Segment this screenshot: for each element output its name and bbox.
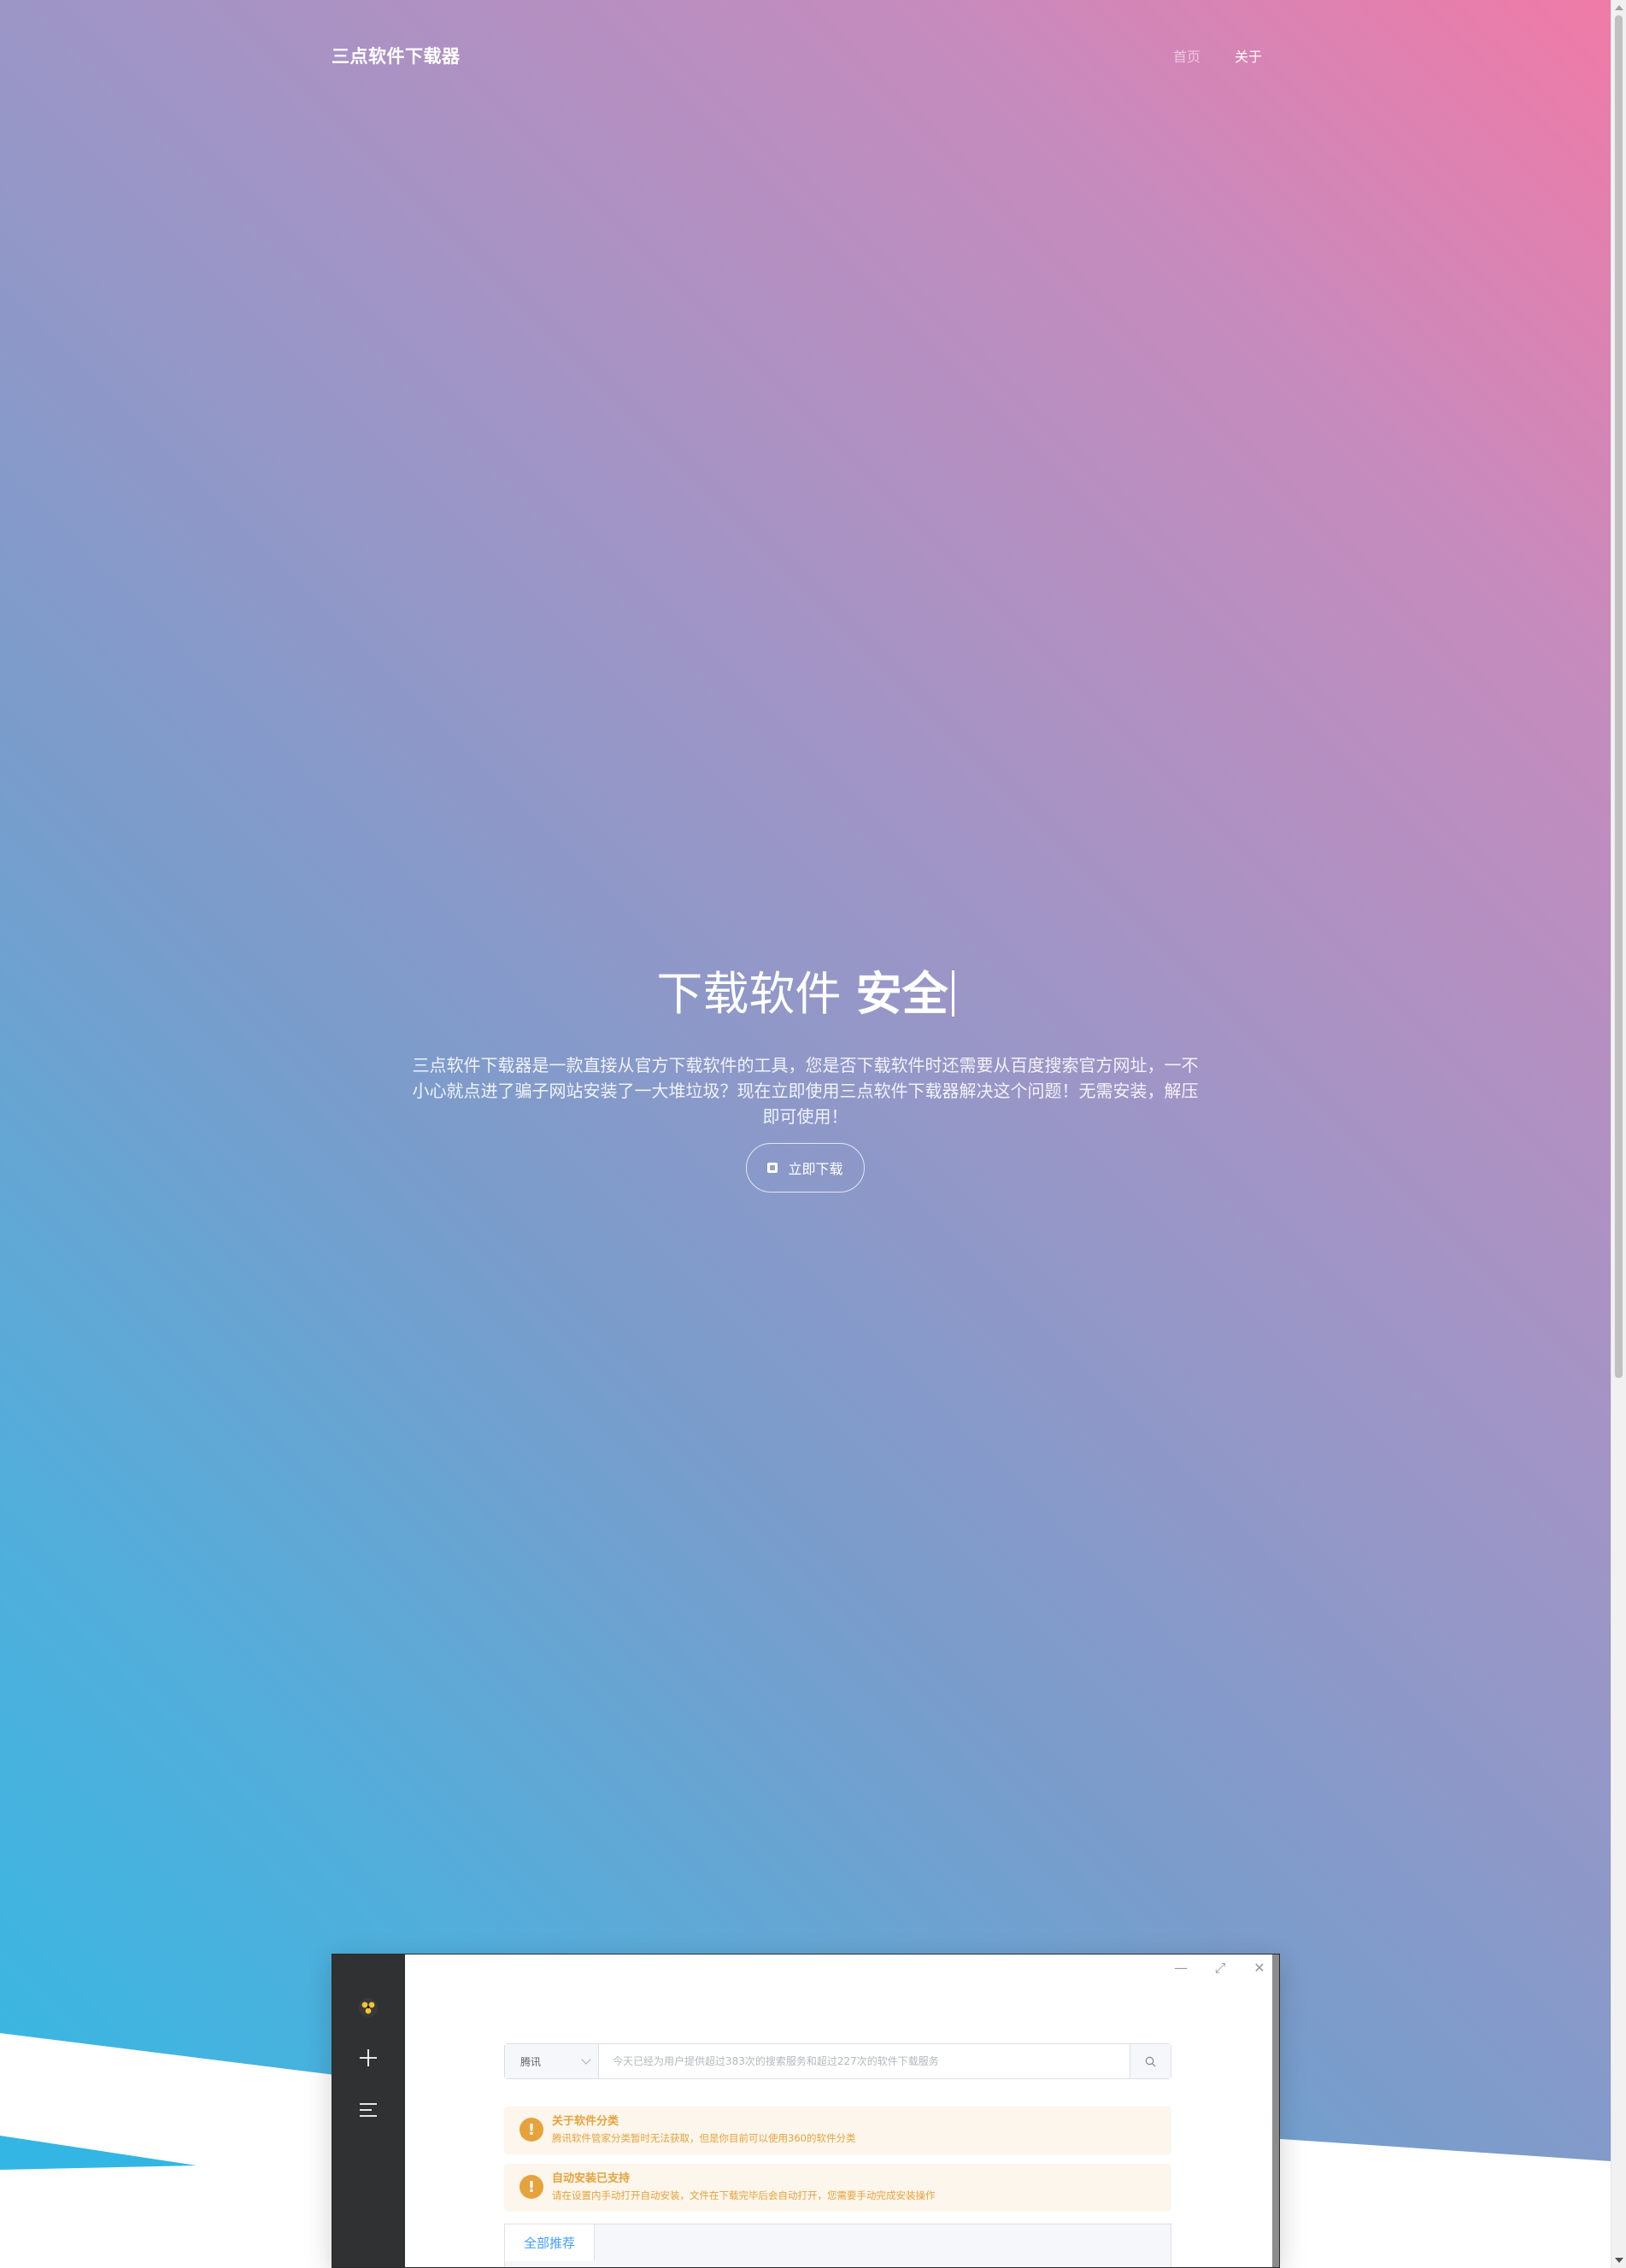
tab-all-recommended[interactable]: 全部推荐	[504, 2224, 595, 2261]
search-button[interactable]	[1130, 2044, 1171, 2078]
headline-prefix: 下载软件	[656, 967, 842, 1021]
alert-title: 自动安装已支持	[552, 2172, 631, 2185]
download-now-button[interactable]: 立即下载	[746, 1143, 865, 1193]
alert-description: 请在设置内手动打开自动安装，文件在下载完毕后会自动打开，您需要手动完成安装操作	[552, 2189, 936, 2201]
download-button-label: 立即下载	[788, 1161, 843, 1177]
window-controls: — ⤢ ✕	[1173, 1960, 1267, 1977]
search-bar: 腾讯	[504, 2043, 1171, 2079]
app-sidebar	[332, 1954, 405, 2267]
scrollbar-thumb[interactable]	[1615, 15, 1623, 1378]
page-scrollbar[interactable]	[1611, 0, 1626, 2268]
nav-link-home[interactable]: 首页	[1173, 45, 1200, 66]
app-scrollbar[interactable]	[1272, 1954, 1279, 2267]
headline-typed-word: 安全	[855, 967, 948, 1021]
warning-icon: !	[519, 2118, 543, 2142]
minimize-icon[interactable]: —	[1173, 1960, 1189, 1977]
hero-headline: 下载软件 安全	[0, 957, 1611, 1032]
app-preview-window: — ⤢ ✕ 腾讯 ! 关于软件分类 腾讯软件管家分类暂时无法获取，但是你目前可以…	[332, 1954, 1280, 2268]
typing-cursor	[951, 970, 954, 1017]
menu-icon[interactable]	[356, 2098, 380, 2122]
search-input[interactable]	[599, 2044, 1130, 2078]
close-icon[interactable]: ✕	[1252, 1960, 1267, 1977]
scroll-up-arrow-icon[interactable]	[1615, 5, 1623, 10]
brand-logo-text[interactable]: 三点软件下载器	[332, 43, 461, 68]
nav-link-about[interactable]: 关于	[1235, 45, 1262, 66]
source-select[interactable]: 腾讯	[505, 2044, 599, 2078]
alert-description: 腾讯软件管家分类暂时无法获取，但是你目前可以使用360的软件分类	[552, 2132, 856, 2144]
category-tabs: 全部推荐	[504, 2224, 1171, 2267]
alert-title: 关于软件分类	[552, 2115, 619, 2128]
hero-description: 三点软件下载器是一款直接从官方下载软件的工具，您是否下载软件时还需要从百度搜索官…	[412, 1055, 1199, 1127]
chevron-down-icon	[581, 2054, 591, 2065]
app-logo-icon[interactable]	[356, 1995, 380, 2019]
restore-icon[interactable]: ⤢	[1212, 1960, 1228, 1977]
search-icon	[1145, 2056, 1156, 2066]
alert-software-category: ! 关于软件分类 腾讯软件管家分类暂时无法获取，但是你目前可以使用360的软件分…	[504, 2107, 1171, 2154]
source-select-value: 腾讯	[520, 2055, 542, 2068]
scroll-down-arrow-icon[interactable]	[1615, 2258, 1623, 2263]
add-icon[interactable]	[356, 2046, 380, 2070]
hero-section: 下载软件 安全 三点软件下载器是一款直接从官方下载软件的工具，您是否下载软件时还…	[0, 957, 1611, 1193]
download-icon	[767, 1163, 778, 1173]
navbar: 三点软件下载器 首页 关于	[0, 0, 1611, 111]
warning-icon: !	[519, 2175, 543, 2199]
alert-auto-install: ! 自动安装已支持 请在设置内手动打开自动安装，文件在下载完毕后会自动打开，您需…	[504, 2164, 1171, 2212]
